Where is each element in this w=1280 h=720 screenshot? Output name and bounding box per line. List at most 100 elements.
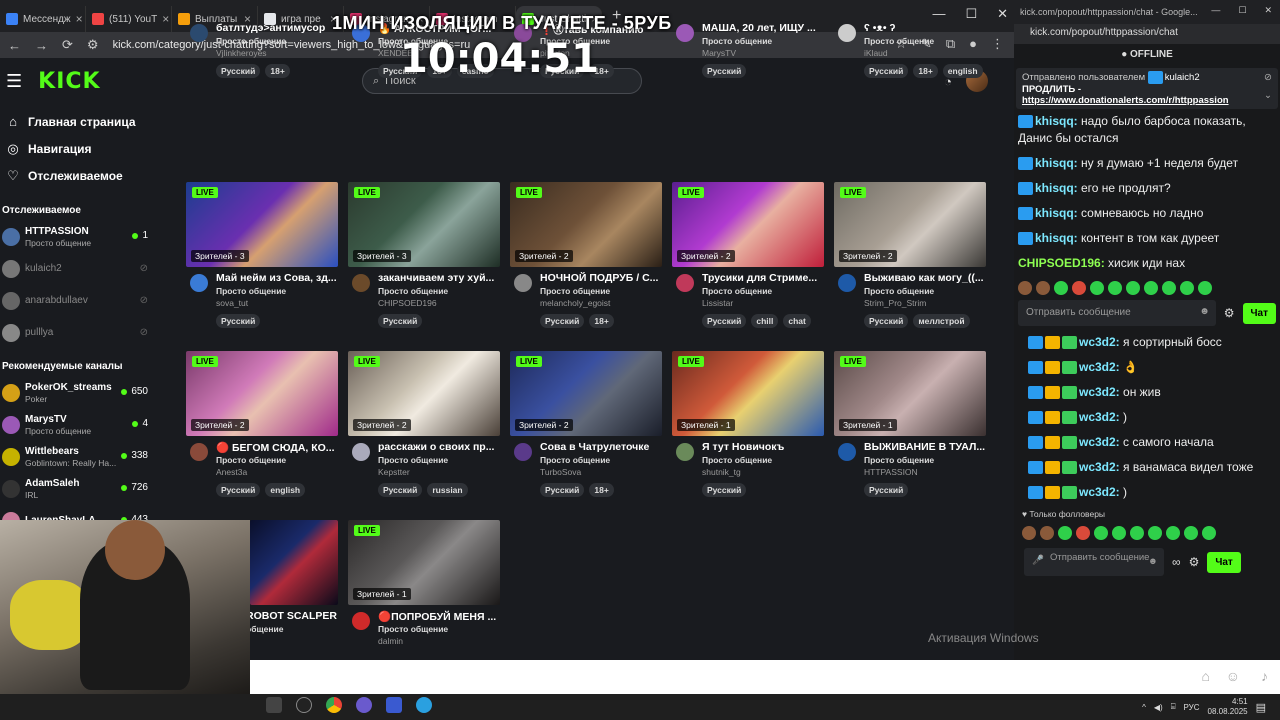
emote-icon[interactable] — [1184, 526, 1198, 540]
stream-title[interactable]: Трусики для Стриме... — [702, 272, 826, 284]
emote-icon[interactable] — [1054, 281, 1068, 295]
stream-category[interactable]: Просто общение — [540, 286, 610, 296]
stream-channel[interactable]: iKlaud — [864, 48, 888, 58]
smile-icon[interactable]: ☺ — [1226, 668, 1240, 684]
stream-tag[interactable]: chat — [783, 314, 811, 328]
channel-avatar[interactable] — [514, 443, 532, 461]
stream-tag[interactable]: Русский — [864, 64, 909, 78]
stream-title[interactable]: Май нейм из Сова, зд... — [216, 272, 340, 284]
stream-tag[interactable]: english — [942, 64, 983, 78]
chat-username[interactable]: wc3d2: — [1079, 435, 1120, 449]
chat-close-icon[interactable]: ✕ — [1264, 5, 1272, 16]
sidebar-channel[interactable]: Wittlebears Goblintown: Really Ha... 338 — [0, 441, 160, 473]
stream-channel[interactable]: melancholy_egoist — [540, 298, 610, 308]
emote-icon[interactable] — [1058, 526, 1072, 540]
taskbar-chrome-icon[interactable] — [326, 697, 342, 713]
stream-category[interactable]: Просто общение — [378, 455, 448, 465]
tab-close-icon[interactable]: × — [76, 12, 83, 26]
chevron-down-icon[interactable]: ⌄ — [1264, 90, 1272, 101]
pinned-link[interactable]: https://www.donationalerts.com/r/httppas… — [1022, 95, 1229, 106]
emote-icon[interactable] — [1018, 281, 1032, 295]
chat-username[interactable]: CHIPSOED196: — [1018, 256, 1105, 270]
emote-icon[interactable] — [1144, 281, 1158, 295]
stream-title[interactable]: заканчиваем эту хуй... — [378, 272, 502, 284]
channel-avatar[interactable] — [190, 443, 208, 461]
channel-avatar[interactable] — [352, 443, 370, 461]
stream-channel[interactable]: sova_tut — [216, 298, 248, 308]
chat-username[interactable]: wc3d2: — [1079, 485, 1120, 499]
mic-icon[interactable]: 🎤 — [1032, 555, 1044, 566]
stream-title[interactable]: Я тут Новичокъ — [702, 441, 826, 453]
clock[interactable]: 4:51 08.08.2025 — [1208, 697, 1248, 717]
stream-channel[interactable]: TurboSova — [540, 467, 581, 477]
unpin-icon[interactable]: ⊘ — [1264, 72, 1272, 83]
chat-input-2[interactable]: 🎤 Отправить сообщение ☻ — [1024, 548, 1164, 576]
emote-icon[interactable] — [1148, 526, 1162, 540]
taskbar-app-icon[interactable] — [266, 697, 282, 713]
stream-channel[interactable]: MarysTV — [702, 48, 736, 58]
send-chat-button[interactable]: Чат — [1242, 302, 1276, 324]
channel-avatar[interactable] — [838, 24, 856, 42]
emote-icon[interactable] — [1040, 526, 1054, 540]
hamburger-menu-icon[interactable]: ☰ — [6, 71, 22, 92]
emote-icon[interactable] — [1108, 281, 1122, 295]
emote-icon[interactable] — [1076, 526, 1090, 540]
stream-channel[interactable]: HTTPASSION — [864, 467, 918, 477]
stream-thumbnail[interactable]: LIVE Зрителей - 1 — [672, 351, 824, 436]
stream-thumbnail[interactable] — [250, 520, 338, 605]
taskbar-telegram-icon[interactable] — [416, 697, 432, 713]
link-icon[interactable]: ∞ — [1172, 555, 1181, 569]
stream-title[interactable]: Сова в Чатрулеточке — [540, 441, 664, 453]
gift-icon[interactable]: ⌂ — [1202, 668, 1210, 684]
stream-tag[interactable]: Русский — [702, 483, 747, 497]
channel-avatar[interactable] — [676, 24, 694, 42]
emote-icon[interactable] — [1090, 281, 1104, 295]
chat-username[interactable]: khisqq: — [1035, 181, 1078, 195]
stream-category[interactable]: общение — [246, 624, 283, 634]
chat-minimize-icon[interactable]: — — [1211, 5, 1220, 16]
chat-username[interactable]: khisqq: — [1035, 156, 1078, 170]
channel-avatar[interactable] — [352, 274, 370, 292]
stream-title[interactable]: ВЫЖИВАНИЕ В ТУАЛ... — [864, 441, 988, 453]
chat-maximize-icon[interactable]: ☐ — [1238, 5, 1246, 16]
close-icon[interactable]: ✕ — [997, 6, 1008, 22]
browser-tab[interactable]: Мессендж × — [0, 6, 86, 32]
stream-tag[interactable]: 18+ — [589, 314, 614, 328]
stream-tag[interactable]: Русский — [216, 64, 261, 78]
stream-tag[interactable]: 18+ — [913, 64, 938, 78]
channel-avatar[interactable] — [190, 274, 208, 292]
stream-thumbnail[interactable]: LIVE Зрителей - 2 — [510, 182, 662, 267]
stream-thumbnail[interactable]: LIVE Зрителей - 3 — [348, 182, 500, 267]
stream-tag[interactable]: 18+ — [589, 483, 614, 497]
chat-username[interactable]: wc3d2: — [1079, 360, 1120, 374]
stream-thumbnail[interactable]: LIVE Зрителей - 1 — [348, 520, 500, 605]
chat-username[interactable]: khisqq: — [1035, 231, 1078, 245]
stream-tag[interactable]: english — [265, 483, 306, 497]
stream-category[interactable]: Просто общение — [702, 36, 772, 46]
emote-icon[interactable] — [1072, 281, 1086, 295]
emote-icon[interactable] — [1166, 526, 1180, 540]
stream-thumbnail[interactable]: LIVE Зрителей - 1 — [834, 351, 986, 436]
forward-icon[interactable]: → — [35, 38, 48, 53]
volume-icon[interactable]: ◀) — [1154, 703, 1163, 712]
emote-icon[interactable] — [1162, 281, 1176, 295]
stream-channel[interactable]: Lissistar — [702, 298, 733, 308]
channel-avatar[interactable] — [676, 443, 694, 461]
back-icon[interactable]: ← — [8, 38, 21, 53]
stream-title[interactable]: Выживаю как могу_((... — [864, 272, 988, 284]
stream-tag[interactable]: меллстрой — [913, 314, 970, 328]
sidebar-channel[interactable]: kulaich2 ⊘ — [0, 253, 160, 285]
chat-url[interactable]: kick.com/popout/httppassion/chat — [1014, 24, 1280, 44]
language-indicator[interactable]: РУС — [1184, 703, 1200, 712]
stream-thumbnail[interactable]: LIVE Зрителей - 2 — [510, 351, 662, 436]
stream-tag[interactable]: Русский — [540, 314, 585, 328]
emoji-icon-2[interactable]: ☻ — [1148, 556, 1158, 567]
chat-username[interactable]: wc3d2: — [1079, 460, 1120, 474]
stream-tag[interactable]: Русский — [540, 483, 585, 497]
tray-chevron-icon[interactable]: ^ — [1142, 703, 1146, 712]
stream-category[interactable]: Просто общение — [702, 455, 772, 465]
sidebar-channel[interactable]: AdamSaleh IRL 726 — [0, 473, 160, 505]
stream-channel[interactable]: dalmin — [378, 636, 403, 646]
channel-avatar[interactable] — [838, 443, 856, 461]
taskbar-obs-icon[interactable] — [296, 697, 312, 713]
